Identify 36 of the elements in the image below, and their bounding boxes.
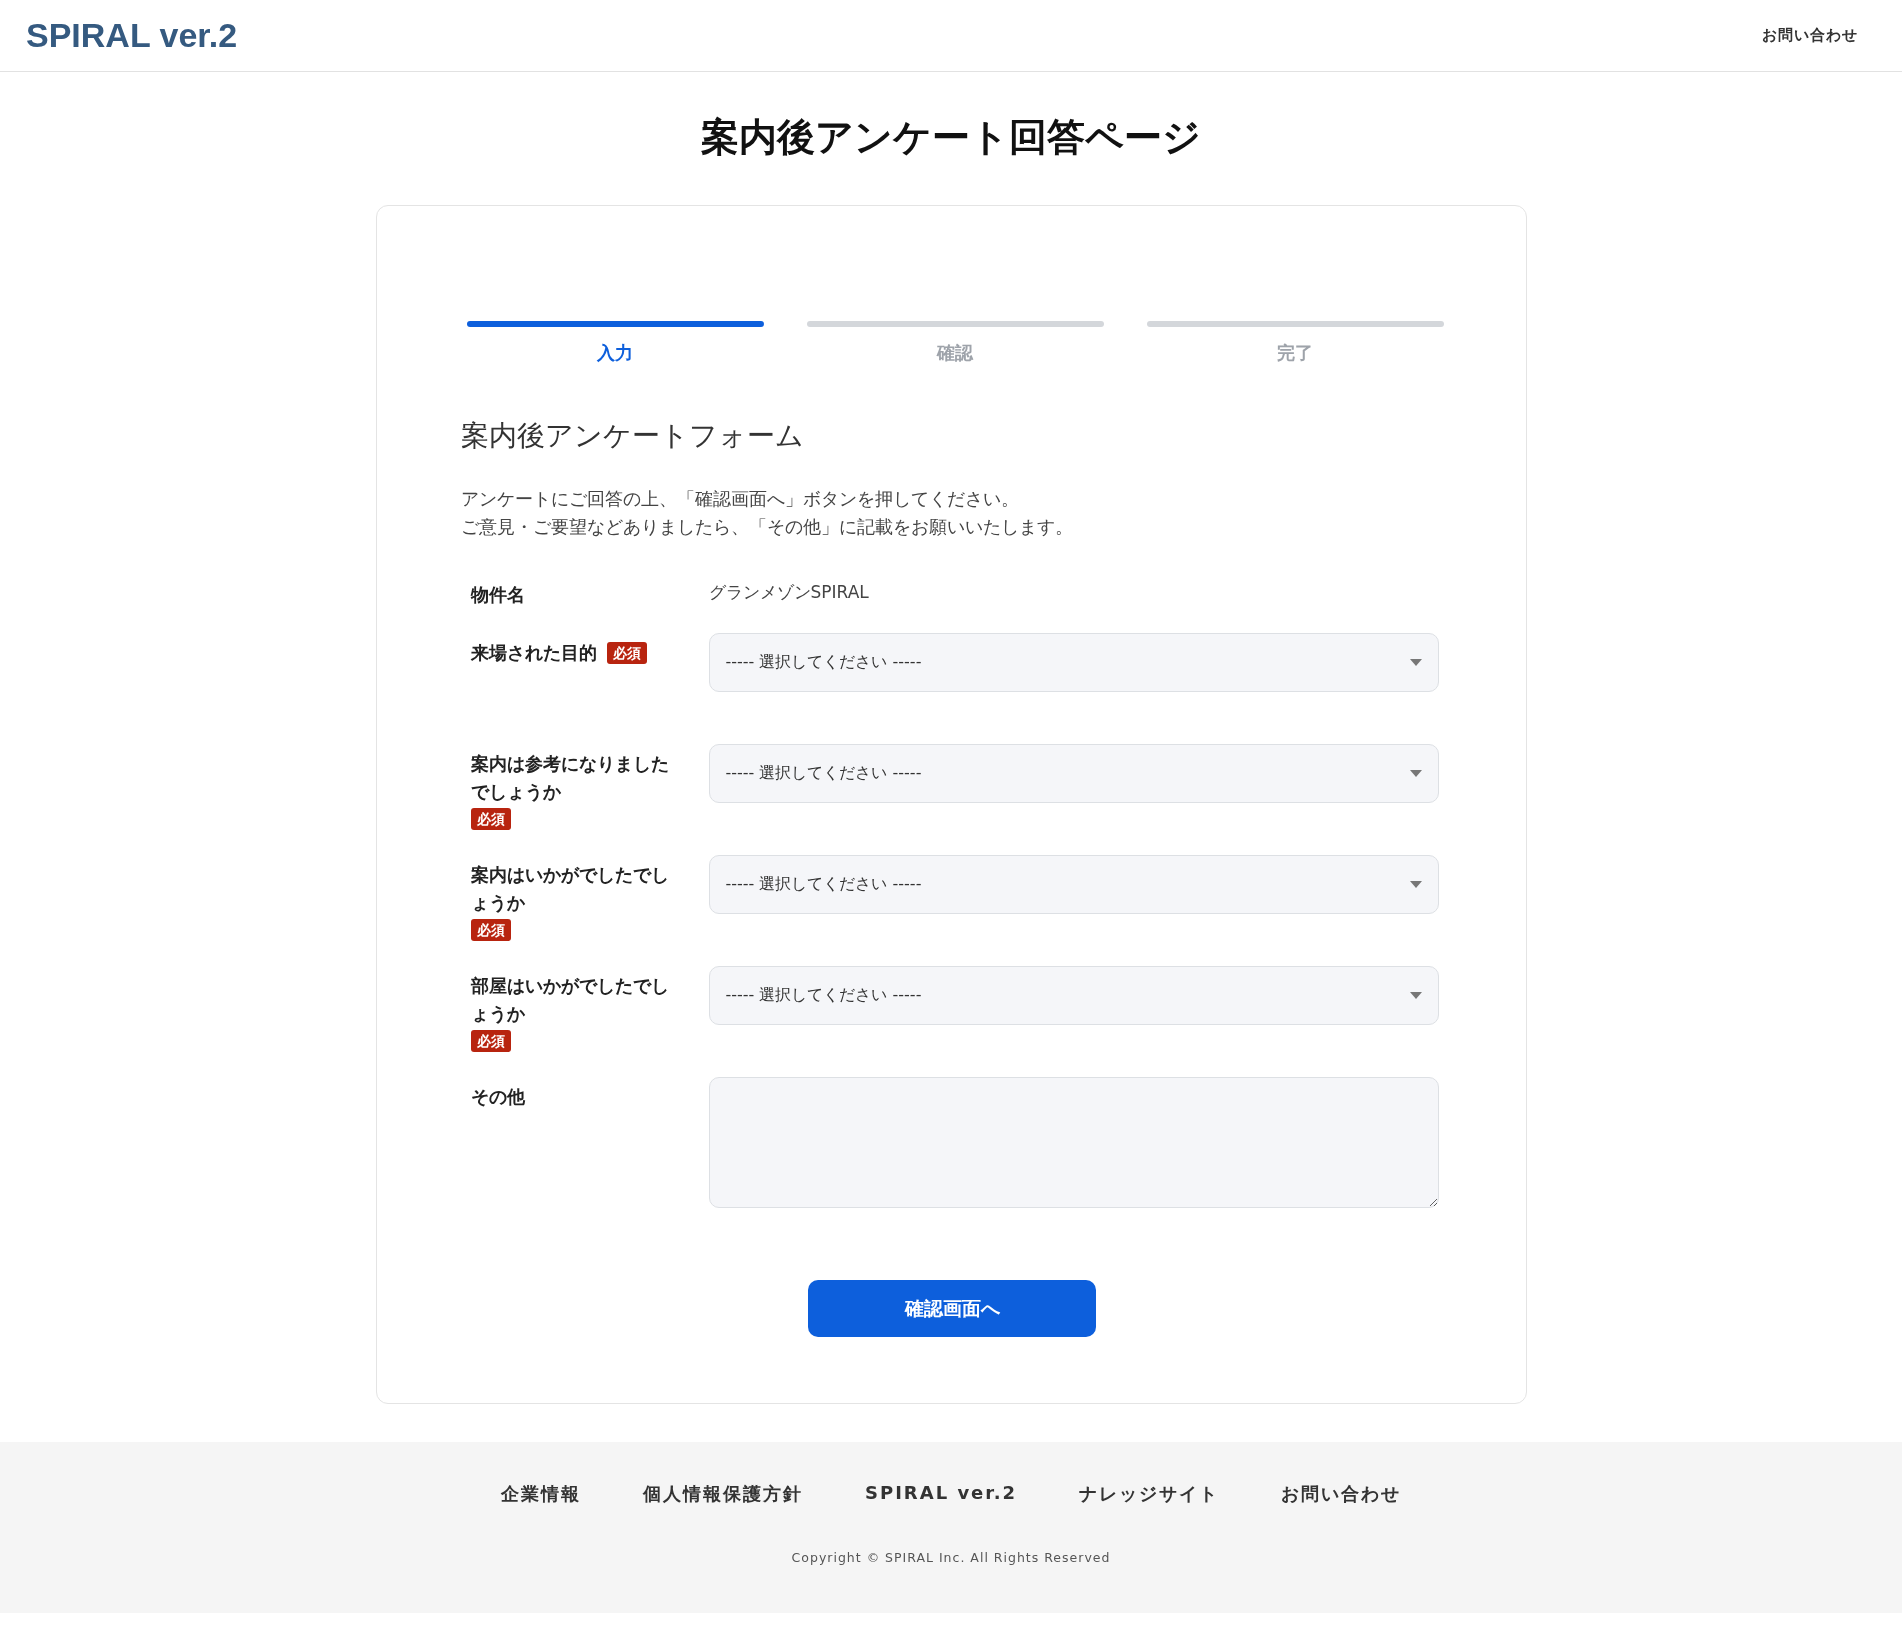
field-label: その他 xyxy=(470,1085,525,1109)
dropdown-caret-icon xyxy=(1409,881,1422,888)
select-field[interactable]: ----- 選択してください ----- xyxy=(708,633,1439,692)
dropdown-caret-icon xyxy=(1409,992,1422,999)
form-description: アンケートにご回答の上、「確認画面へ」ボタンを押してください。 xyxy=(460,487,1020,511)
dropdown-caret-icon xyxy=(1409,659,1422,666)
step-label: 確認 xyxy=(937,341,973,365)
select-field[interactable]: ----- 選択してください ----- xyxy=(708,855,1439,914)
dropdown-caret-icon xyxy=(1409,770,1422,777)
field-label: 物件名 xyxy=(470,583,525,607)
footer-link[interactable]: お問い合わせ xyxy=(1281,1482,1401,1506)
select-field[interactable]: ----- 選択してください ----- xyxy=(708,966,1439,1025)
form-description: ご意見・ご要望などありましたら、「その他」に記載をお願いいたします。 xyxy=(460,515,1074,539)
required-badge: 必須 xyxy=(470,808,511,830)
required-badge: 必須 xyxy=(470,919,511,941)
required-badge: 必須 xyxy=(470,1030,511,1052)
field-label: 部屋はいかがでしたでしょうか xyxy=(470,974,670,1026)
copyright-text: Copyright © SPIRAL Inc. All Rights Reserved xyxy=(791,1550,1111,1565)
field-label: 案内はいかがでしたでしょうか xyxy=(470,863,670,915)
footer-link[interactable]: ナレッジサイト xyxy=(1079,1482,1219,1506)
step-label: 完了 xyxy=(1277,341,1313,365)
form-title: 案内後アンケートフォーム xyxy=(460,418,805,454)
site-logo[interactable]: SPIRAL ver.2 xyxy=(26,16,238,55)
field-label: 案内は参考になりましたでしょうか xyxy=(470,752,670,804)
confirm-button[interactable]: 確認画面へ xyxy=(808,1280,1096,1337)
text-area[interactable] xyxy=(708,1077,1439,1208)
select-field[interactable]: ----- 選択してください ----- xyxy=(708,744,1439,803)
field-value: グランメゾンSPIRAL xyxy=(708,581,869,604)
contact-link[interactable]: お問い合わせ xyxy=(1762,26,1858,45)
step-label: 入力 xyxy=(597,341,633,365)
page-title: 案内後アンケート回答ページ xyxy=(701,114,1201,161)
required-badge: 必須 xyxy=(606,642,647,664)
footer-link[interactable]: SPIRAL ver.2 xyxy=(865,1482,1017,1506)
footer-link[interactable]: 個人情報保護方針 xyxy=(643,1482,803,1506)
field-label: 来場された目的 xyxy=(470,641,597,665)
footer-link[interactable]: 企業情報 xyxy=(501,1482,581,1506)
